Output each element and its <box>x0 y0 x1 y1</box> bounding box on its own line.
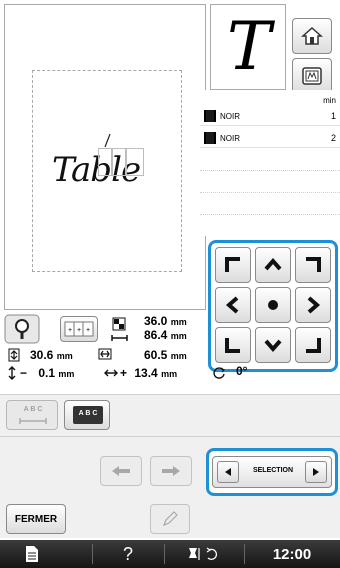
move-down-left-button[interactable] <box>215 327 251 363</box>
bobbin-status[interactable] <box>164 540 244 568</box>
move-right-arrow-button[interactable] <box>150 456 192 486</box>
text-cursor-icon <box>104 133 111 148</box>
width-value: 86.4 <box>144 328 168 342</box>
selection-next-button[interactable] <box>305 461 327 483</box>
corner-up-right-icon <box>306 257 321 272</box>
thread-minutes: 2 <box>330 133 336 143</box>
triangle-left-icon <box>225 468 231 476</box>
close-button[interactable]: FERMER <box>6 504 66 534</box>
arrow-right-icon <box>162 466 180 476</box>
list-item[interactable]: NOIR 1 <box>200 104 340 126</box>
horizontal-size-unit: mm <box>170 351 187 361</box>
vertical-offset-unit: mm <box>58 369 75 379</box>
array-selected-label: A B C <box>78 410 98 417</box>
arrow-left-icon <box>112 466 130 476</box>
thread-color-name: NOIR <box>220 134 240 143</box>
width-unit: mm <box>170 331 187 341</box>
vertical-size-value: 30.6 <box>30 348 54 362</box>
horizontal-offset-readout: + 13.4 mm <box>120 366 177 380</box>
chevron-right-icon <box>307 296 321 314</box>
corner-down-left-icon <box>225 338 240 353</box>
array-selected-button[interactable]: A B C <box>64 400 110 430</box>
border-frames-icon: + + + <box>64 321 94 337</box>
rotation-readout: 0° <box>236 364 248 378</box>
edit-button[interactable] <box>150 504 190 534</box>
horizontal-size-value: 60.5 <box>144 348 168 362</box>
document-button[interactable] <box>0 540 64 568</box>
vertical-offset-sign: − <box>20 366 28 380</box>
list-item[interactable]: NOIR 2 <box>200 126 340 148</box>
chevron-up-icon <box>264 257 282 271</box>
magnifier-icon <box>4 314 40 344</box>
help-button[interactable]: ? <box>92 540 164 568</box>
character-boxes <box>98 148 144 176</box>
height-value: 36.0 <box>144 314 168 328</box>
document-icon <box>26 546 38 562</box>
center-dot-icon <box>268 300 278 310</box>
height-readout: 36.0 mm <box>144 314 187 328</box>
move-up-right-button[interactable] <box>295 247 331 283</box>
horizontal-offset-sign: + <box>120 366 128 380</box>
home-icon <box>301 26 323 45</box>
thread-minutes: 1 <box>330 111 336 121</box>
chevron-left-icon <box>225 296 239 314</box>
move-left-button[interactable] <box>215 287 251 323</box>
array-horizontal-icon <box>19 418 47 424</box>
horizontal-offset-icon <box>104 369 118 377</box>
triangle-right-icon <box>313 468 319 476</box>
embroidery-frame-button[interactable] <box>292 58 332 94</box>
zoom-button[interactable] <box>4 314 40 344</box>
move-arrow-pad <box>208 240 338 372</box>
array-horizontal-label: A B C <box>23 406 43 413</box>
thread-spool-icon <box>204 110 216 122</box>
frame-icon <box>302 67 322 85</box>
width-readout: 86.4 mm <box>144 328 187 342</box>
panel-divider <box>0 436 340 437</box>
thread-color-name: NOIR <box>220 112 240 121</box>
move-down-right-button[interactable] <box>295 327 331 363</box>
list-divider <box>200 214 340 215</box>
character-preview: T <box>210 4 286 90</box>
selection-label: SELECTION <box>252 467 294 474</box>
vertical-size-readout: 30.6 mm <box>30 348 73 362</box>
corner-up-left-icon <box>225 257 240 272</box>
bobbin-icon <box>189 547 218 561</box>
horizontal-offset-value: 13.4 <box>134 366 158 380</box>
pencil-icon <box>162 511 178 527</box>
svg-text:+: + <box>68 327 72 334</box>
svg-text:+: + <box>86 327 90 334</box>
move-center-button[interactable] <box>255 287 291 323</box>
selection-previous-button[interactable] <box>217 461 239 483</box>
array-horizontal-button[interactable]: A B C <box>6 400 58 430</box>
chevron-down-icon <box>264 339 282 353</box>
move-up-button[interactable] <box>255 247 291 283</box>
svg-text:+: + <box>77 327 81 334</box>
character-selection-control: SELECTION <box>212 456 332 488</box>
status-bar: ? 12:00 <box>0 540 340 568</box>
move-left-arrow-button[interactable] <box>100 456 142 486</box>
horizontal-offset-unit: mm <box>161 369 178 379</box>
move-right-button[interactable] <box>295 287 331 323</box>
vertical-size-unit: mm <box>56 351 73 361</box>
move-up-left-button[interactable] <box>215 247 251 283</box>
character-preview-glyph: T <box>226 8 272 85</box>
home-button[interactable] <box>292 18 332 54</box>
vertical-size-icon <box>8 348 20 362</box>
pattern-size-icon <box>111 317 128 341</box>
clock: 12:00 <box>272 545 312 563</box>
border-selection-button[interactable]: + + + <box>60 316 98 342</box>
corner-down-right-icon <box>306 338 321 353</box>
vertical-offset-readout: − 0.1 mm <box>20 366 74 380</box>
height-unit: mm <box>170 317 187 327</box>
vertical-offset-icon <box>8 366 16 380</box>
horizontal-size-readout: 60.5 mm <box>144 348 187 362</box>
rotation-icon <box>213 367 225 379</box>
list-divider <box>200 170 340 171</box>
horizontal-size-icon <box>98 348 112 360</box>
thread-spool-icon <box>204 132 216 144</box>
thread-color-list: min NOIR 1 NOIR 2 <box>200 90 340 236</box>
move-down-button[interactable] <box>255 327 291 363</box>
list-divider <box>200 192 340 193</box>
vertical-offset-value: 0.1 <box>38 366 56 380</box>
